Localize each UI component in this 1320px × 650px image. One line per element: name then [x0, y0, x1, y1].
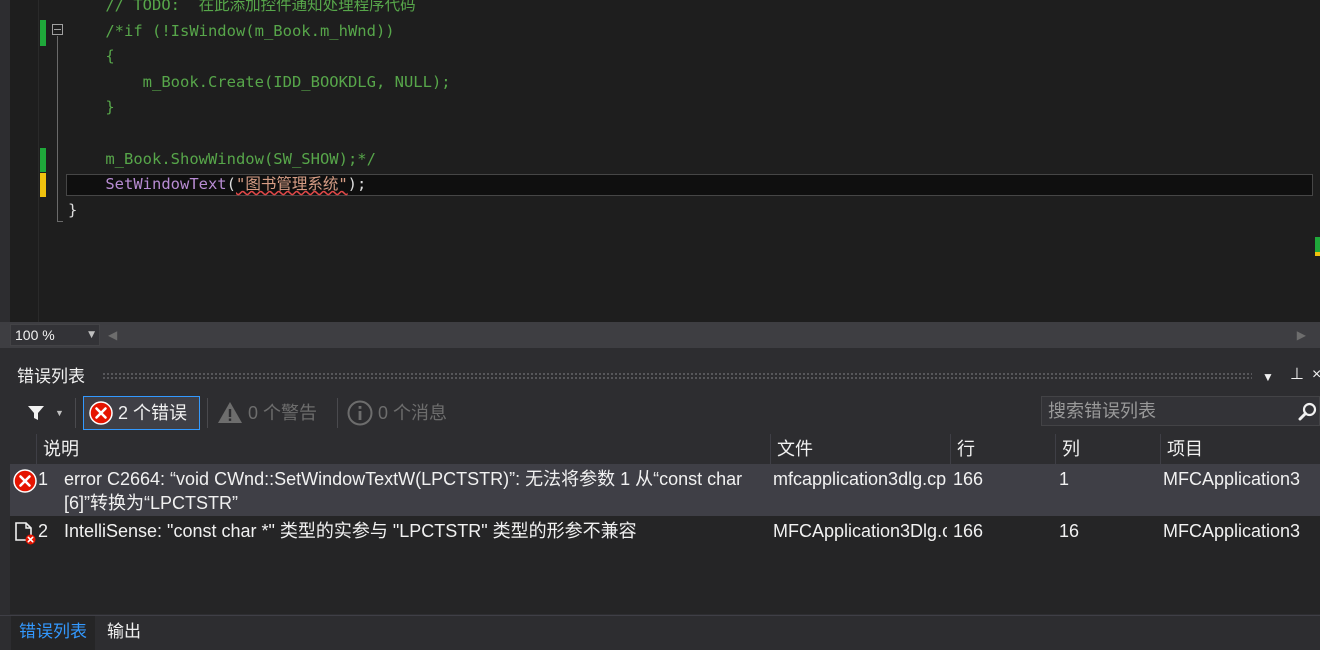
- code-token: }: [68, 200, 78, 219]
- code-line[interactable]: m_Book.ShowWindow(SW_SHOW);*/: [68, 148, 376, 170]
- code-editor[interactable]: // TODO: 在此添加控件通知处理程序代码 /*if (!IsWindow(…: [0, 0, 1320, 322]
- warnings-count-label: 0 个警告: [248, 403, 318, 423]
- row-column: 1: [1059, 469, 1070, 489]
- unsaved-change-marker: [40, 173, 46, 197]
- code-line[interactable]: SetWindowText("图书管理系统");: [68, 173, 366, 195]
- saved-change-marker: [40, 20, 46, 46]
- row-description: error C2664: “void CWnd::SetWindowTextW(…: [64, 469, 743, 513]
- row-project: MFCApplication3: [1163, 469, 1301, 489]
- row-column: 16: [1059, 521, 1080, 541]
- filter-dropdown-chevron-icon[interactable]: ▼: [55, 404, 64, 422]
- column-header-description[interactable]: 说明: [36, 434, 770, 464]
- column-header-line[interactable]: 行: [950, 434, 1055, 464]
- row-description: IntelliSense: "const char *" 类型的实参与 "LPC…: [64, 521, 637, 541]
- code-line[interactable]: m_Book.Create(IDD_BOOKDLG, NULL);: [68, 71, 451, 93]
- tab-output[interactable]: 输出: [99, 616, 149, 650]
- search-icon[interactable]: [1298, 402, 1318, 422]
- error-list-panel: 错误列表 ▼ ⊥ × ▼ 2 个错误 0 个警告 0 个消息 搜索错误列表 说明…: [0, 360, 1320, 650]
- code-line[interactable]: {: [68, 45, 115, 67]
- code-line[interactable]: // TODO: 在此添加控件通知处理程序代码: [68, 0, 416, 16]
- scroll-right-icon[interactable]: ▶: [1297, 326, 1306, 344]
- errors-count-label: 2 个错误: [118, 403, 188, 423]
- outline-guide-end: [57, 221, 63, 222]
- error-table: 说明 文件 行 列 项目 1 error C2664: “void CWnd::…: [10, 434, 1320, 614]
- row-project: MFCApplication3: [1163, 521, 1301, 541]
- editor-status-strip: 100 % ▼ ◀ ▶: [0, 322, 1320, 348]
- code-line[interactable]: /*if (!IsWindow(m_Book.m_hWnd)): [68, 20, 395, 42]
- window-position-menu-icon[interactable]: ▼: [1262, 366, 1274, 388]
- close-icon[interactable]: ×: [1312, 364, 1320, 386]
- table-row[interactable]: 2 IntelliSense: "const char *" 类型的实参与 "L…: [10, 516, 1320, 546]
- table-header: 说明 文件 行 列 项目: [10, 434, 1320, 464]
- messages-count-label: 0 个消息: [378, 403, 448, 423]
- zoom-value: 100 %: [15, 327, 55, 343]
- info-icon: [347, 400, 373, 426]
- panel-drag-grip[interactable]: [102, 372, 1252, 380]
- filter-icon[interactable]: [27, 404, 45, 422]
- toolbar-separator: [207, 398, 208, 428]
- code-token: /*if (!IsWindow(m_Book.m_hWnd)): [68, 21, 395, 40]
- code-token: m_Book.ShowWindow(SW_SHOW);*/: [68, 149, 376, 168]
- code-token: "图书管理系统": [236, 175, 348, 194]
- panel-title: 错误列表: [17, 367, 85, 386]
- panel-splitter[interactable]: [0, 348, 1320, 360]
- collapse-outline-icon[interactable]: [52, 24, 63, 35]
- column-header-column[interactable]: 列: [1055, 434, 1160, 464]
- column-header-project[interactable]: 项目: [1160, 434, 1320, 464]
- table-row[interactable]: 1 error C2664: “void CWnd::SetWindowText…: [10, 464, 1320, 516]
- error-icon: [13, 469, 37, 493]
- toolbar-separator: [337, 398, 338, 428]
- code-token: (: [226, 175, 236, 194]
- saved-change-marker: [40, 148, 46, 172]
- search-box: [1041, 396, 1320, 426]
- code-token: // TODO: 在此添加控件通知处理程序代码: [68, 0, 416, 14]
- warning-icon: [218, 402, 242, 423]
- code-token: m_Book.Create(IDD_BOOKDLG, NULL);: [68, 72, 451, 91]
- tab-error-list[interactable]: 错误列表: [11, 616, 95, 650]
- panel-tab-strip: 错误列表 输出: [0, 615, 1320, 650]
- row-file: mfcapplication3dlg.cpp: [773, 469, 947, 489]
- scroll-left-icon[interactable]: ◀: [108, 326, 117, 344]
- code-line[interactable]: }: [68, 96, 115, 118]
- errors-filter-toggle[interactable]: 2 个错误: [83, 396, 200, 430]
- outline-guide: [57, 36, 58, 222]
- intellisense-error-icon: [15, 522, 36, 545]
- pin-icon[interactable]: ⊥: [1290, 364, 1304, 386]
- row-file: MFCApplication3Dlg.cpp: [773, 521, 947, 541]
- scrollbar-change-marker: [1315, 252, 1320, 256]
- toolbar-separator: [75, 398, 76, 428]
- row-number: 1: [38, 469, 49, 489]
- row-line: 166: [953, 469, 984, 489]
- row-number: 2: [38, 521, 49, 541]
- code-line[interactable]: }: [68, 199, 77, 221]
- chevron-down-icon: ▼: [88, 330, 95, 340]
- glyph-margin: [10, 0, 39, 322]
- code-token: );: [347, 175, 367, 194]
- code-token: }: [68, 98, 115, 117]
- column-header-file[interactable]: 文件: [770, 434, 950, 464]
- search-input[interactable]: [1042, 397, 1298, 425]
- code-token: SetWindowText: [105, 175, 227, 194]
- editor-left-gutter: [0, 0, 10, 322]
- error-icon: [89, 401, 113, 425]
- code-token: {: [68, 47, 115, 66]
- row-line: 166: [953, 521, 984, 541]
- zoom-dropdown[interactable]: 100 % ▼: [10, 324, 100, 346]
